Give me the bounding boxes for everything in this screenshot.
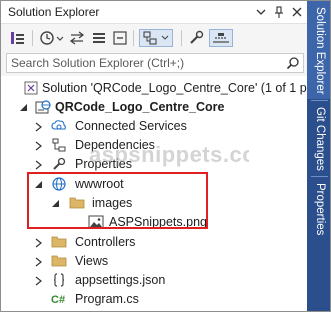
folder-icon [51, 253, 67, 269]
wwwroot-label: wwwroot [75, 177, 124, 191]
toolbar [1, 24, 307, 52]
title-bar: Solution Explorer [1, 1, 307, 24]
expand-arrow-icon[interactable] [34, 159, 44, 170]
window-position-icon[interactable] [254, 5, 268, 19]
window-title: Solution Explorer [8, 5, 100, 19]
collapse-arrow-icon[interactable] [51, 198, 61, 208]
sync-icon[interactable] [69, 29, 85, 47]
close-icon[interactable] [290, 5, 304, 19]
history-icon[interactable] [39, 29, 65, 47]
tree-item-image-file[interactable]: ASPSnippets.png [1, 211, 307, 233]
pin-icon[interactable] [272, 5, 286, 19]
search-box [6, 53, 304, 73]
switch-views-icon[interactable] [9, 29, 27, 47]
svg-text:aspsnippets.com: aspsnippets.com [89, 142, 249, 167]
folder-icon [51, 234, 67, 250]
solution-tree: Solution 'QRCode_Logo_Centre_Core' (1 of… [1, 76, 307, 311]
project-label: QRCode_Logo_Centre_Core [55, 100, 225, 114]
expand-arrow-icon[interactable] [34, 237, 44, 248]
properties-wrench-icon[interactable] [187, 29, 205, 47]
json-file-icon [51, 272, 67, 288]
collapse-arrow-icon[interactable] [19, 102, 29, 112]
preview-selected-icon[interactable] [209, 29, 233, 47]
globe-icon [51, 176, 67, 192]
expand-arrow-icon[interactable] [34, 121, 44, 132]
images-label: images [92, 196, 133, 210]
dependencies-icon [51, 137, 67, 153]
program-label: Program.cs [75, 292, 139, 306]
svg-text:C#: C# [51, 294, 65, 306]
tab-properties[interactable]: Properties [307, 177, 330, 247]
image-file-icon [88, 214, 104, 230]
expand-arrow-icon[interactable] [34, 256, 44, 267]
search-icon[interactable] [286, 56, 300, 70]
tab-label: Properties [314, 183, 326, 236]
solution-icon [23, 80, 39, 96]
image-file-label: ASPSnippets.png [109, 215, 207, 229]
folder-icon [69, 195, 85, 211]
tab-label: Git Changes [314, 107, 326, 171]
controllers-label: Controllers [75, 235, 136, 249]
expand-arrow-icon[interactable] [34, 140, 44, 151]
connected-services-icon [51, 118, 67, 134]
show-all-files-icon[interactable] [139, 29, 173, 47]
appsettings-label: appsettings.json [75, 273, 166, 287]
tab-git-changes[interactable]: Git Changes [307, 101, 330, 175]
views-label: Views [75, 254, 109, 268]
tab-solution-explorer[interactable]: Solution Explorer [307, 1, 330, 99]
connected-services-label: Connected Services [75, 119, 187, 133]
expand-arrow-icon[interactable] [34, 275, 44, 286]
search-input[interactable] [11, 56, 281, 70]
refresh-icon[interactable] [91, 29, 107, 47]
collapse-arrow-icon[interactable] [34, 179, 44, 189]
tree-item-program[interactable]: C# Program.cs [1, 288, 307, 310]
properties-wrench-icon [51, 156, 67, 172]
watermark: aspsnippets.com [89, 141, 276, 173]
web-project-icon [35, 99, 51, 115]
tab-label: Solution Explorer [314, 7, 326, 95]
csharp-file-icon: C# [51, 291, 73, 307]
solution-explorer-window: Solution Explorer Search Solution Explor… [0, 0, 331, 312]
watermark-logo: aspsnippets.com [89, 142, 276, 167]
side-dock: Solution Explorer Git Changes Properties [307, 1, 330, 311]
collapse-all-icon[interactable] [112, 29, 128, 47]
solution-label: Solution 'QRCode_Logo_Centre_Core' (1 of… [42, 81, 307, 95]
